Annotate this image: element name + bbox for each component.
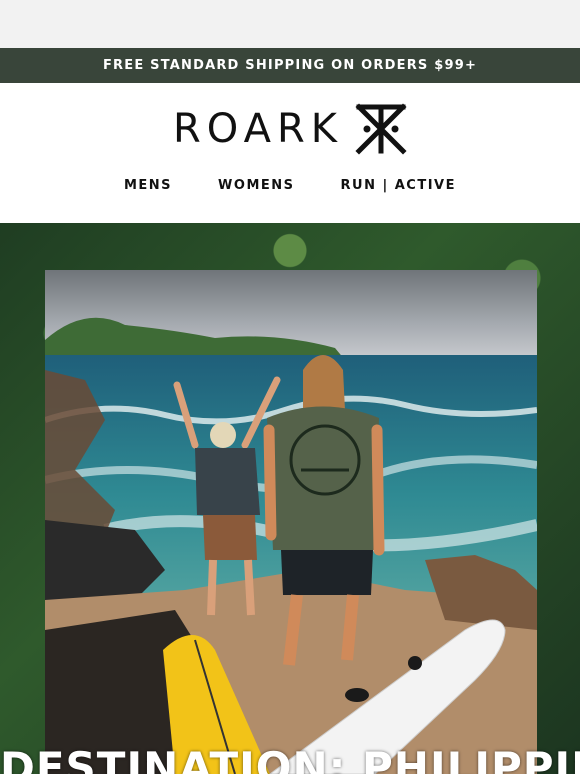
nav-run-active[interactable]: RUN | ACTIVE [341, 178, 457, 193]
surf-scene-illustration [45, 270, 537, 774]
roark-crest-icon [355, 103, 407, 155]
brand-name: ROARK [173, 106, 343, 152]
promo-bar[interactable]: FREE STANDARD SHIPPING ON ORDERS $99+ [0, 48, 580, 83]
nav-mens[interactable]: MENS [124, 178, 172, 193]
hero-banner[interactable]: DESTINATION: PHILIPPINES [0, 223, 580, 774]
top-spacer [0, 0, 580, 48]
hero-title: DESTINATION: PHILIPPINES [0, 743, 580, 774]
nav-womens[interactable]: WOMENS [218, 178, 294, 193]
promo-text: FREE STANDARD SHIPPING ON ORDERS $99+ [102, 58, 478, 73]
site-header: ROARK MENS WOMENS RUN | ACTIVE [0, 83, 580, 223]
main-nav: MENS WOMENS RUN | ACTIVE [0, 178, 580, 193]
hero-photo[interactable] [45, 270, 537, 774]
logo[interactable]: ROARK [0, 103, 580, 155]
